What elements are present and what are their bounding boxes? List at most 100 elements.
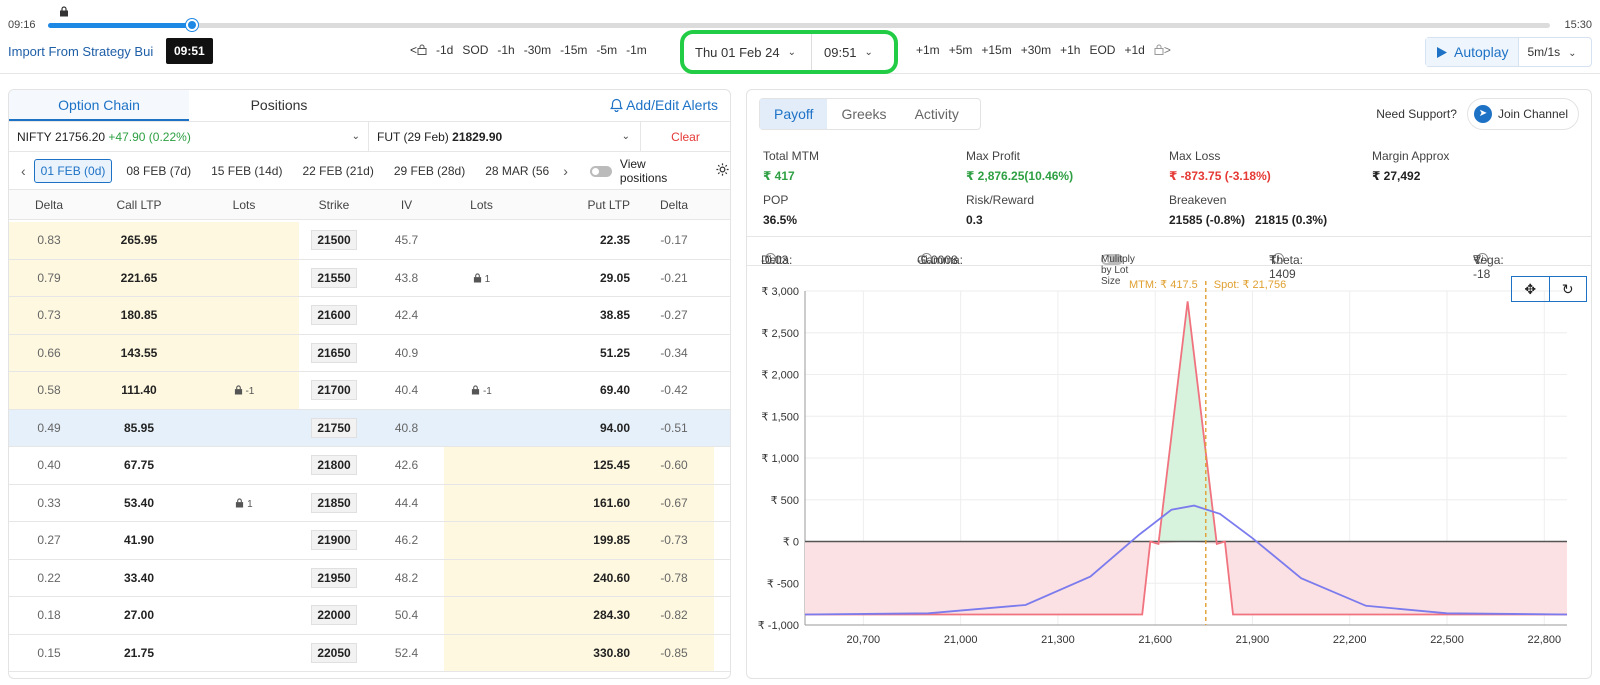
step-minus-5m[interactable]: -5m [596, 43, 617, 57]
call-ltp[interactable]: 21.75 [89, 635, 189, 672]
step-plus-30m[interactable]: +30m [1021, 43, 1051, 57]
call-lots[interactable] [189, 410, 299, 447]
tab-payoff[interactable]: Payoff [760, 99, 828, 129]
underlying-select[interactable]: NIFTY 21756.20 +47.90 (0.22%) ⌄ [9, 122, 369, 151]
date-select[interactable]: Thu 01 Feb 24 ⌄ [684, 34, 812, 70]
step-minus-1h[interactable]: -1h [497, 43, 514, 57]
call-lots[interactable]: 1 [189, 485, 299, 522]
call-lots[interactable] [189, 560, 299, 597]
tab-greeks[interactable]: Greeks [827, 99, 900, 129]
chain-row[interactable]: 0.66 143.55 21650 40.9 51.25 -0.34 [9, 334, 730, 372]
call-lots[interactable] [189, 222, 299, 259]
step-sod[interactable]: SOD [462, 43, 488, 57]
step-plus-15m[interactable]: +15m [981, 43, 1011, 57]
put-ltp[interactable]: 22.35 [519, 222, 634, 259]
tab-activity[interactable]: Activity [901, 99, 973, 129]
tab-option-chain[interactable]: Option Chain [9, 90, 189, 121]
chain-row[interactable]: 0.79 221.65 21550 43.8 1 29.05 -0.21 [9, 259, 730, 297]
import-strategy-link[interactable]: Import From Strategy Bui [8, 44, 153, 59]
put-ltp[interactable]: 330.80 [519, 634, 634, 671]
put-ltp[interactable]: 29.05 [519, 260, 634, 297]
reset-icon[interactable]: ↻ [1550, 277, 1587, 301]
timeline-track[interactable] [48, 23, 1550, 28]
put-lots[interactable] [444, 597, 519, 634]
chain-row[interactable]: 0.73 180.85 21600 42.4 38.85 -0.27 [9, 297, 730, 335]
put-ltp[interactable]: 51.25 [519, 335, 634, 372]
put-ltp[interactable]: 199.85 [519, 522, 634, 559]
step-plus-1d[interactable]: +1d [1124, 43, 1144, 57]
speed-select[interactable]: 5m/1s ⌄ [1519, 45, 1576, 59]
step-plus-1m[interactable]: +1m [916, 43, 940, 57]
call-ltp[interactable]: 53.40 [89, 485, 189, 522]
step-next-lock[interactable]: > [1154, 43, 1171, 57]
call-lots[interactable]: -1 [189, 372, 299, 409]
put-ltp[interactable]: 161.60 [519, 484, 634, 521]
call-ltp[interactable]: 27.00 [89, 597, 189, 634]
call-ltp[interactable]: 180.85 [89, 297, 189, 334]
step-minus-15m[interactable]: -15m [560, 43, 587, 57]
put-ltp[interactable]: 69.40 [519, 372, 634, 409]
chain-row[interactable]: 0.18 27.00 22000 50.4 284.30 -0.82 [9, 597, 730, 635]
call-ltp[interactable]: 143.55 [89, 334, 189, 371]
put-lots[interactable] [444, 335, 519, 372]
put-lots[interactable] [444, 410, 519, 447]
put-ltp[interactable]: 125.45 [519, 447, 634, 484]
put-lots[interactable] [444, 484, 519, 521]
payoff-chart[interactable]: ₹ 3,000 ₹ 2,500 ₹ 2,000 ₹ 1,500 ₹ 1,000 ₹ 500… [747, 267, 1591, 677]
move-icon[interactable]: ✥ [1512, 277, 1550, 301]
step-minus-1d[interactable]: -1d [436, 43, 453, 57]
put-ltp[interactable]: 94.00 [519, 410, 634, 447]
call-lots[interactable] [189, 447, 299, 484]
chain-row[interactable]: 0.27 41.90 21900 46.2 199.85 -0.73 [9, 522, 730, 560]
step-prev-lock[interactable]: < [410, 43, 427, 57]
expiry-chip[interactable]: 08 FEB (7d) [120, 160, 197, 182]
put-lots[interactable]: -1 [444, 372, 519, 409]
future-select[interactable]: FUT (29 Feb) 21829.90 ⌄ [369, 122, 640, 151]
call-lots[interactable] [189, 259, 299, 296]
put-lots[interactable] [444, 522, 519, 559]
expiry-chip[interactable]: 01 FEB (0d) [33, 158, 113, 183]
call-lots[interactable] [189, 522, 299, 559]
chain-row[interactable]: 0.40 67.75 21800 42.6 125.45 -0.60 [9, 447, 730, 485]
step-plus-1h[interactable]: +1h [1060, 43, 1080, 57]
timeline-handle[interactable] [186, 19, 199, 31]
call-lots[interactable] [189, 334, 299, 371]
add-edit-alerts-button[interactable]: Add/Edit Alerts [610, 97, 718, 113]
call-ltp[interactable]: 111.40 [89, 372, 189, 409]
put-ltp[interactable]: 284.30 [519, 597, 634, 634]
expiry-chip[interactable]: 15 FEB (14d) [205, 160, 288, 182]
put-lots[interactable] [444, 447, 519, 484]
autoplay-button[interactable]: Autoplay [1426, 38, 1520, 66]
call-ltp[interactable]: 33.40 [89, 560, 189, 597]
call-ltp[interactable]: 67.75 [89, 447, 189, 484]
chevron-left-icon[interactable]: ‹ [21, 163, 26, 179]
time-select[interactable]: 09:51 ⌄ [812, 45, 894, 60]
step-eod[interactable]: EOD [1089, 43, 1115, 57]
call-ltp[interactable]: 41.90 [89, 522, 189, 559]
call-ltp[interactable]: 221.65 [89, 259, 189, 296]
call-lots[interactable] [189, 597, 299, 634]
chain-row[interactable]: 0.22 33.40 21950 48.2 240.60 -0.78 [9, 559, 730, 597]
put-lots[interactable] [444, 222, 519, 259]
chain-row[interactable]: 0.83 265.95 21500 45.7 22.35 -0.17 [9, 222, 730, 260]
put-ltp[interactable]: 38.85 [519, 297, 634, 334]
put-lots[interactable] [444, 297, 519, 334]
call-lots[interactable] [189, 297, 299, 334]
chain-row[interactable]: 0.49 85.95 21750 40.8 94.00 -0.51 [9, 409, 730, 447]
chevron-right-icon[interactable]: › [563, 163, 568, 179]
tab-positions[interactable]: Positions [189, 90, 369, 121]
expiry-chip[interactable]: 29 FEB (28d) [388, 160, 471, 182]
chain-row[interactable]: 0.15 21.75 22050 52.4 330.80 -0.85 [9, 634, 730, 672]
join-channel-button[interactable]: ➤ Join Channel [1466, 98, 1579, 130]
put-lots[interactable] [444, 559, 519, 596]
step-plus-5m[interactable]: +5m [949, 43, 973, 57]
step-minus-30m[interactable]: -30m [524, 43, 551, 57]
gear-icon[interactable] [715, 162, 730, 180]
call-ltp[interactable]: 265.95 [89, 222, 189, 259]
put-lots[interactable]: 1 [444, 260, 519, 297]
step-minus-1m[interactable]: -1m [626, 43, 647, 57]
view-positions-toggle[interactable] [589, 164, 612, 178]
clear-button[interactable]: Clear [640, 122, 730, 151]
expiry-chip[interactable]: 28 MAR (56 [479, 160, 555, 182]
call-lots[interactable] [189, 635, 299, 672]
